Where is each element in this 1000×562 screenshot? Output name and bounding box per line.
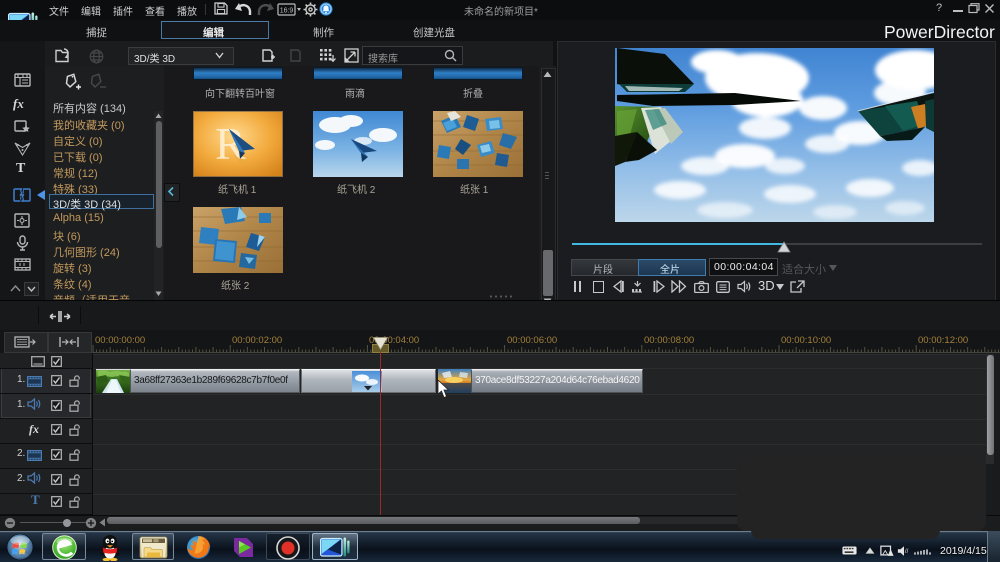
svg-text:16:9: 16:9 [280, 8, 294, 15]
svg-text://: // [905, 548, 909, 555]
